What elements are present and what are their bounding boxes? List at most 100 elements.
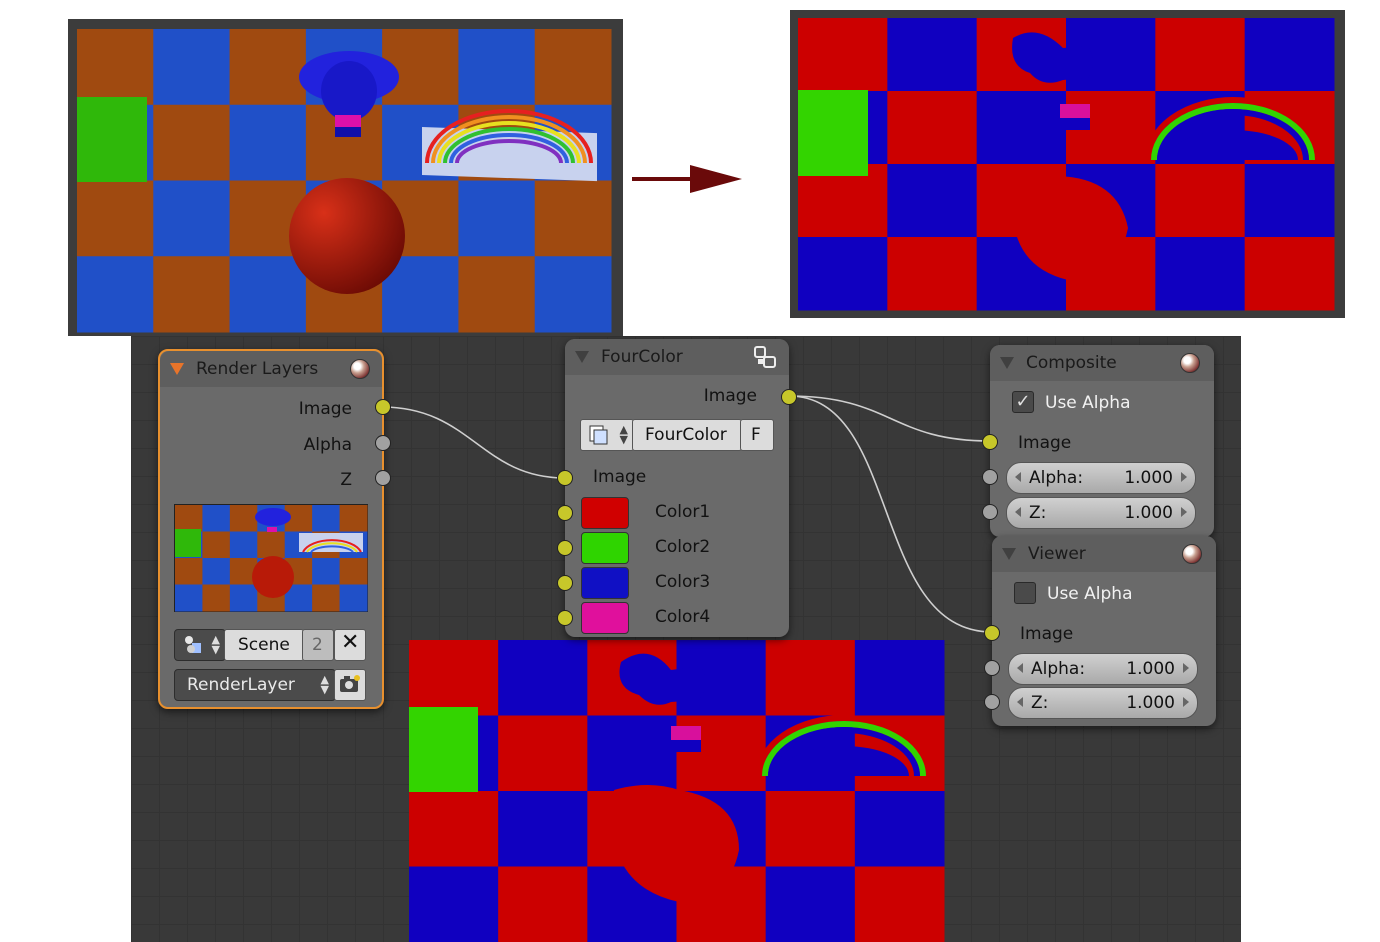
checker-tile <box>887 164 978 238</box>
close-icon: ✕ <box>341 630 360 655</box>
expand-triangle-icon[interactable] <box>1002 548 1016 560</box>
alpha-field[interactable]: Alpha: 1.000 <box>1006 462 1196 494</box>
fourcolor-node[interactable]: FourColor Image ▲ ▼ FourColor F Image Col… <box>557 339 797 637</box>
use-alpha-checkbox[interactable] <box>1014 582 1036 604</box>
output-label-image: Image <box>703 386 757 406</box>
unlink-scene-button[interactable]: ✕ <box>334 629 366 661</box>
checker-tile <box>498 866 588 942</box>
input-socket-color3[interactable] <box>557 575 573 591</box>
z-field[interactable]: Z: 1.000 <box>1008 687 1198 719</box>
output-socket-z[interactable] <box>375 470 391 486</box>
checker-tile <box>1244 18 1335 92</box>
checker-tile <box>312 584 341 612</box>
input-socket-image[interactable] <box>557 470 573 486</box>
input-socket-color1[interactable] <box>557 505 573 521</box>
checker-tile <box>175 584 203 612</box>
expand-triangle-icon[interactable] <box>1000 357 1014 369</box>
checker-tile <box>229 505 258 532</box>
output-label-z: Z <box>340 470 352 490</box>
checkmark-icon: ✓ <box>1015 391 1031 412</box>
scene-users-count[interactable]: 2 <box>302 629 334 661</box>
node-title: Composite <box>1026 353 1117 373</box>
increment-arrow-icon[interactable] <box>1181 507 1187 517</box>
checker-tile <box>339 558 368 585</box>
input-socket-alpha[interactable] <box>984 660 1000 676</box>
input-socket-z[interactable] <box>984 694 1000 710</box>
group-type-button[interactable]: ▲ ▼ <box>580 419 634 451</box>
material-ball-icon[interactable] <box>1180 353 1200 373</box>
checker-tile <box>1244 237 1335 311</box>
node-group-icon[interactable] <box>753 345 777 369</box>
fake-user-button[interactable]: F <box>740 419 774 451</box>
expand-triangle-icon[interactable] <box>170 363 184 375</box>
input-socket-color4[interactable] <box>557 610 573 626</box>
increment-arrow-icon[interactable] <box>1183 663 1189 673</box>
output-socket-image[interactable] <box>781 389 797 405</box>
node-editor[interactable]: Render Layers Image Alpha Z ▲ ▼ Scene 2 … <box>131 336 1241 942</box>
fourcolor-header[interactable]: FourColor <box>565 339 789 375</box>
arrow-right-icon <box>632 165 742 193</box>
checker-tile <box>1244 164 1335 238</box>
input-socket-z[interactable] <box>982 504 998 520</box>
color3-swatch[interactable] <box>581 567 629 599</box>
composite-node[interactable]: Composite ✓ Use Alpha Image Alpha: 1.000… <box>982 345 1214 537</box>
viewer-header[interactable]: Viewer <box>992 536 1216 572</box>
checker-tile <box>534 256 612 333</box>
original-render-frame <box>68 19 623 336</box>
checker-tile <box>534 29 612 106</box>
group-name-field[interactable]: FourColor <box>632 419 742 451</box>
checker-tile <box>458 256 536 333</box>
expand-triangle-icon[interactable] <box>575 351 589 363</box>
input-socket-image[interactable] <box>982 434 998 450</box>
checker-tile <box>765 640 856 716</box>
renderlayer-dropdown[interactable]: RenderLayer ▲ ▼ <box>174 669 336 701</box>
checker-tile <box>887 237 978 311</box>
scene-type-button[interactable]: ▲ ▼ <box>174 629 226 661</box>
color2-swatch[interactable] <box>581 532 629 564</box>
composite-header[interactable]: Composite <box>990 345 1214 381</box>
node-title: Viewer <box>1028 544 1086 564</box>
checker-tile <box>229 256 307 333</box>
checker-tile <box>765 791 856 867</box>
decrement-arrow-icon[interactable] <box>1017 663 1023 673</box>
output-socket-image[interactable] <box>375 399 391 415</box>
checker-tile <box>257 531 286 559</box>
increment-arrow-icon[interactable] <box>1181 472 1187 482</box>
checker-tile <box>409 791 499 867</box>
z-field[interactable]: Z: 1.000 <box>1006 497 1196 529</box>
alpha-field[interactable]: Alpha: 1.000 <box>1008 653 1198 685</box>
color4-swatch[interactable] <box>581 602 629 634</box>
increment-arrow-icon[interactable] <box>1183 697 1189 707</box>
checker-tile <box>798 18 888 92</box>
render-layers-node[interactable]: Render Layers Image Alpha Z ▲ ▼ Scene 2 … <box>158 349 391 709</box>
output-socket-alpha[interactable] <box>375 435 391 451</box>
alpha-field-label: Alpha: <box>1029 468 1084 488</box>
checker-tile <box>339 584 368 612</box>
checker-tile <box>229 104 307 181</box>
decrement-arrow-icon[interactable] <box>1015 507 1021 517</box>
checker-tile <box>498 715 588 792</box>
checker-tile <box>498 791 588 867</box>
use-alpha-checkbox[interactable]: ✓ <box>1012 391 1034 413</box>
material-ball-icon[interactable] <box>350 359 370 379</box>
input-label-image: Image <box>1018 433 1072 453</box>
input-socket-image[interactable] <box>984 625 1000 641</box>
material-ball-icon[interactable] <box>1182 544 1202 564</box>
render-layer-button[interactable] <box>334 669 366 701</box>
checker-tile <box>153 104 231 181</box>
input-label-color1: Color1 <box>655 502 711 522</box>
checker-tile <box>229 531 258 559</box>
checker-tile <box>202 531 231 559</box>
input-socket-color2[interactable] <box>557 540 573 556</box>
decrement-arrow-icon[interactable] <box>1015 472 1021 482</box>
color1-swatch[interactable] <box>581 497 629 529</box>
input-socket-alpha[interactable] <box>982 469 998 485</box>
z-field-label: Z: <box>1029 503 1047 523</box>
render-layers-header[interactable]: Render Layers <box>160 351 382 387</box>
decrement-arrow-icon[interactable] <box>1017 697 1023 707</box>
input-label-image: Image <box>1020 624 1074 644</box>
checker-tile <box>202 505 231 532</box>
viewer-node[interactable]: Viewer Use Alpha Image Alpha: 1.000 Z: 1… <box>984 536 1216 726</box>
checker-tile <box>976 91 1067 165</box>
scene-name-field[interactable]: Scene <box>224 629 304 661</box>
